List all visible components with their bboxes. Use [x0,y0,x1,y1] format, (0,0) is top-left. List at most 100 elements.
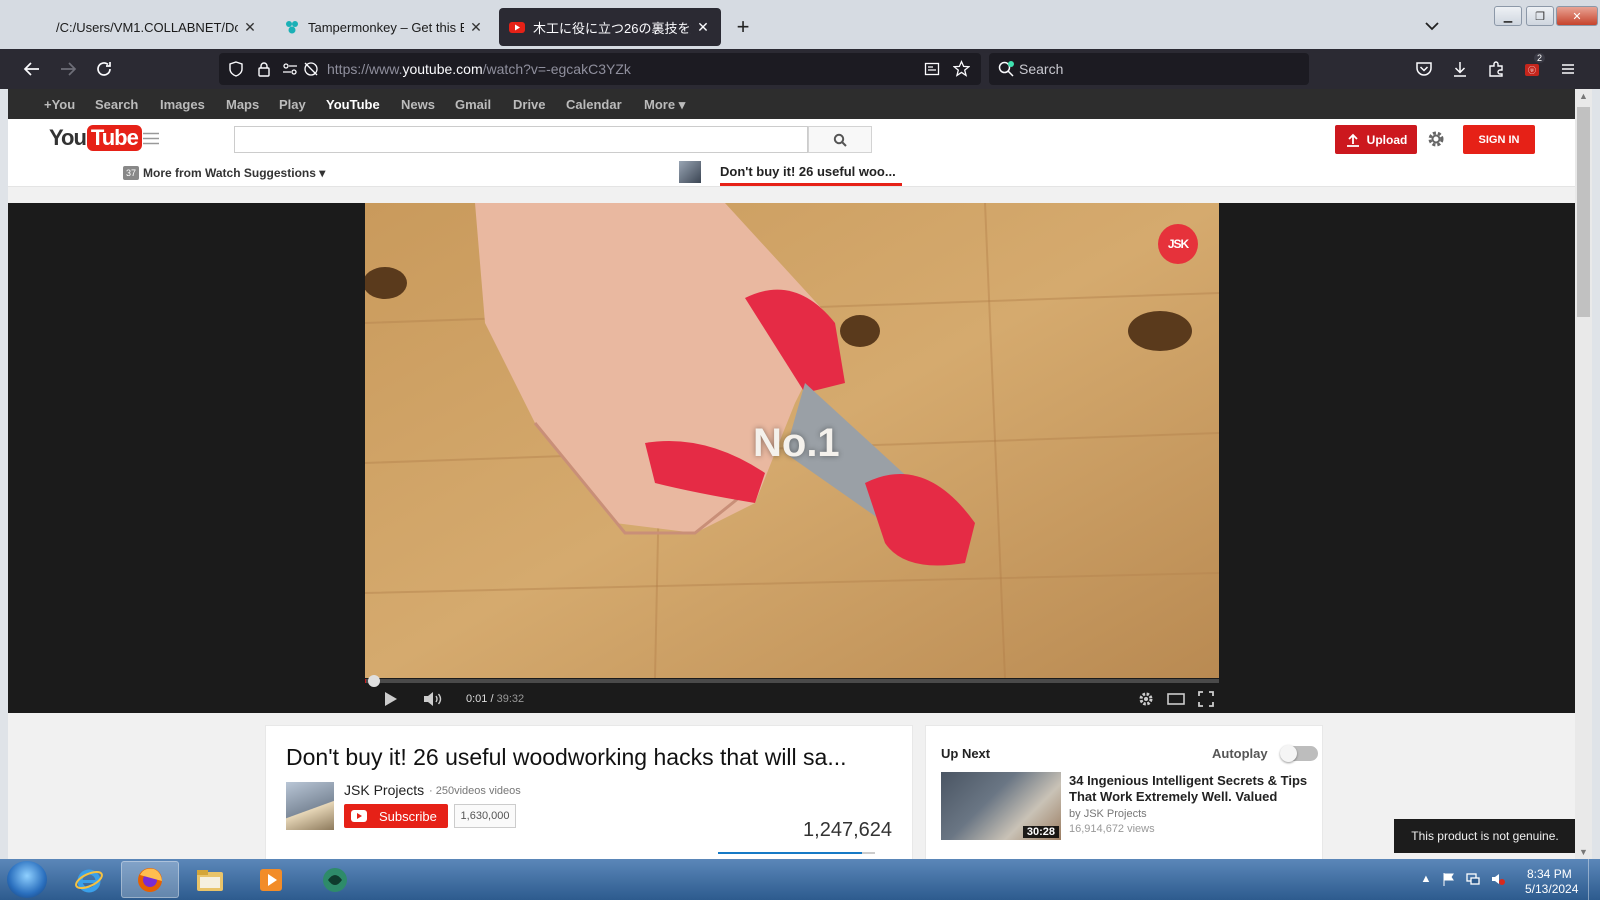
taskbar-firefox[interactable] [121,861,179,898]
gbar-item-plus-you[interactable]: +You [44,97,75,112]
now-playing-title[interactable]: Don't buy it! 26 useful woo... [720,164,896,179]
fullscreen-button[interactable] [1195,690,1217,708]
bookmark-star-icon[interactable] [953,60,970,77]
subscriber-count: 1,630,000 [454,804,516,828]
taskbar-media-player[interactable] [242,861,300,898]
subscribe-label: Subscribe [379,808,437,824]
autoplay-toggle[interactable] [1280,745,1318,762]
now-playing-indicator [720,183,902,186]
gbar-item-images[interactable]: Images [160,97,205,112]
new-tab-button[interactable]: + [732,14,754,40]
chevron-down-icon[interactable] [1422,16,1442,36]
firefox-icon [138,867,162,892]
pocket-button[interactable] [1412,57,1436,81]
gbar-item-maps[interactable]: Maps [226,97,259,112]
channel-watermark[interactable]: JSK [1158,224,1198,264]
tab-local-file[interactable]: /C:/Users/VM1.COLLABNET/Downl ✕ [46,8,268,46]
theater-mode-button[interactable] [1165,690,1187,708]
up-next-by-prefix: by [1069,808,1081,820]
upload-button[interactable]: Upload [1335,125,1417,154]
youtube-search-button[interactable] [808,126,872,153]
close-window-button[interactable]: ✕ [1556,6,1598,26]
media-player-icon [260,868,282,891]
scroll-down-icon[interactable]: ▼ [1579,847,1588,857]
youtube-search-input[interactable] [234,126,808,153]
tab-youtube-video[interactable]: 木工に役に立つ26の裏技を集め ✕ [499,8,721,46]
tab-tampermonkey[interactable]: Tampermonkey – Get this Exten ✕ [274,8,494,46]
reload-button[interactable] [92,57,116,81]
up-next-title[interactable]: 34 Ingenious Intelligent Secrets & Tips … [1069,773,1314,805]
maximize-button[interactable]: ❐ [1526,6,1554,26]
suggestions-count: 37 [123,166,140,180]
puzzle-icon [1489,61,1503,77]
gbar-item-youtube[interactable]: YouTube [326,97,380,112]
gbar-item-news[interactable]: News [401,97,435,112]
search-icon [998,61,1014,77]
tracking-protection-icon[interactable] [303,61,319,77]
minimize-button[interactable]: ▁ [1494,6,1522,26]
browser-toolbar: https://www.youtube.com/watch?v=-egcakC3… [0,49,1600,89]
channel-name[interactable]: JSK Projects [344,782,424,798]
gbar-item-gmail[interactable]: Gmail [455,97,491,112]
volume-muted-icon[interactable] [1491,872,1505,886]
progress-bar[interactable] [365,679,1219,683]
reader-view-icon[interactable] [924,61,940,77]
clock-time[interactable]: 8:34 PM [1527,867,1572,881]
gbar-item-search[interactable]: Search [95,97,138,112]
gbar-item-more[interactable]: More ▾ [644,97,685,113]
up-next-views: 16,914,672 views [1069,823,1155,835]
suggestions-dropdown[interactable]: More from Watch Suggestions ▾ [143,166,325,180]
guide-menu-icon[interactable] [143,132,159,145]
google-bar: +You Search Images Maps Play YouTube New… [8,89,1575,119]
scroll-up-icon[interactable]: ▲ [1579,91,1588,101]
page-scrollbar[interactable]: ▲ ▼ [1575,89,1592,859]
volume-button[interactable] [422,690,444,708]
permissions-icon[interactable] [282,61,298,77]
gbar-item-play[interactable]: Play [279,97,306,112]
close-tab-icon[interactable]: ✕ [242,19,258,36]
logo-you-text: You [49,125,87,150]
video-player[interactable]: JSK No.1 0:01 / 39:32 [8,203,1575,713]
search-placeholder: Search [1019,61,1064,77]
app-menu-button[interactable] [1556,57,1580,81]
up-next-thumbnail[interactable]: 30:28 [941,772,1061,840]
url-path: /watch?v=-egcakC3YZk [482,61,631,77]
channel-avatar[interactable] [286,782,334,830]
play-icon [385,692,397,706]
youtube-logo[interactable]: You Tube [49,125,142,151]
close-tab-icon[interactable]: ✕ [695,19,711,36]
settings-button[interactable] [1135,690,1157,708]
clock-date[interactable]: 5/13/2024 [1525,882,1578,896]
back-button[interactable] [20,57,44,81]
up-next-duration: 30:28 [1022,826,1059,838]
gbar-item-drive[interactable]: Drive [513,97,546,112]
gbar-item-calendar[interactable]: Calendar [566,97,622,112]
show-hidden-icons-icon[interactable]: ▲ [1419,872,1433,886]
action-center-flag-icon[interactable] [1442,872,1456,886]
downloads-button[interactable] [1448,57,1472,81]
lock-icon[interactable] [256,61,272,77]
scrollbar-thumb[interactable] [1577,107,1590,317]
up-next-channel[interactable]: JSK Projects [1084,808,1147,820]
play-button[interactable] [380,690,402,708]
show-desktop-button[interactable] [1588,859,1600,900]
sign-in-button[interactable]: SIGN IN [1463,125,1535,154]
gear-icon[interactable] [1426,129,1446,149]
address-bar[interactable]: https://www.youtube.com/watch?v=-egcakC3… [219,53,981,85]
close-tab-icon[interactable]: ✕ [468,19,484,36]
start-button[interactable] [7,861,47,898]
view-count: 1,247,624 [803,819,892,841]
addon-button[interactable]: ⓤ 2 [1520,53,1546,81]
extensions-button[interactable] [1484,57,1508,81]
now-playing-thumbnail[interactable] [679,161,701,183]
search-bar[interactable]: Search [989,53,1309,85]
subscribe-button[interactable]: Subscribe [344,804,448,828]
forward-button[interactable] [56,57,80,81]
taskbar-file-explorer[interactable] [181,861,239,898]
network-icon[interactable] [1466,872,1480,886]
taskbar-internet-explorer[interactable] [60,861,118,898]
progress-scrubber[interactable] [368,675,380,687]
shield-icon[interactable] [228,61,244,77]
taskbar-app[interactable] [306,861,364,898]
url-text[interactable]: https://www.youtube.com/watch?v=-egcakC3… [327,61,631,77]
